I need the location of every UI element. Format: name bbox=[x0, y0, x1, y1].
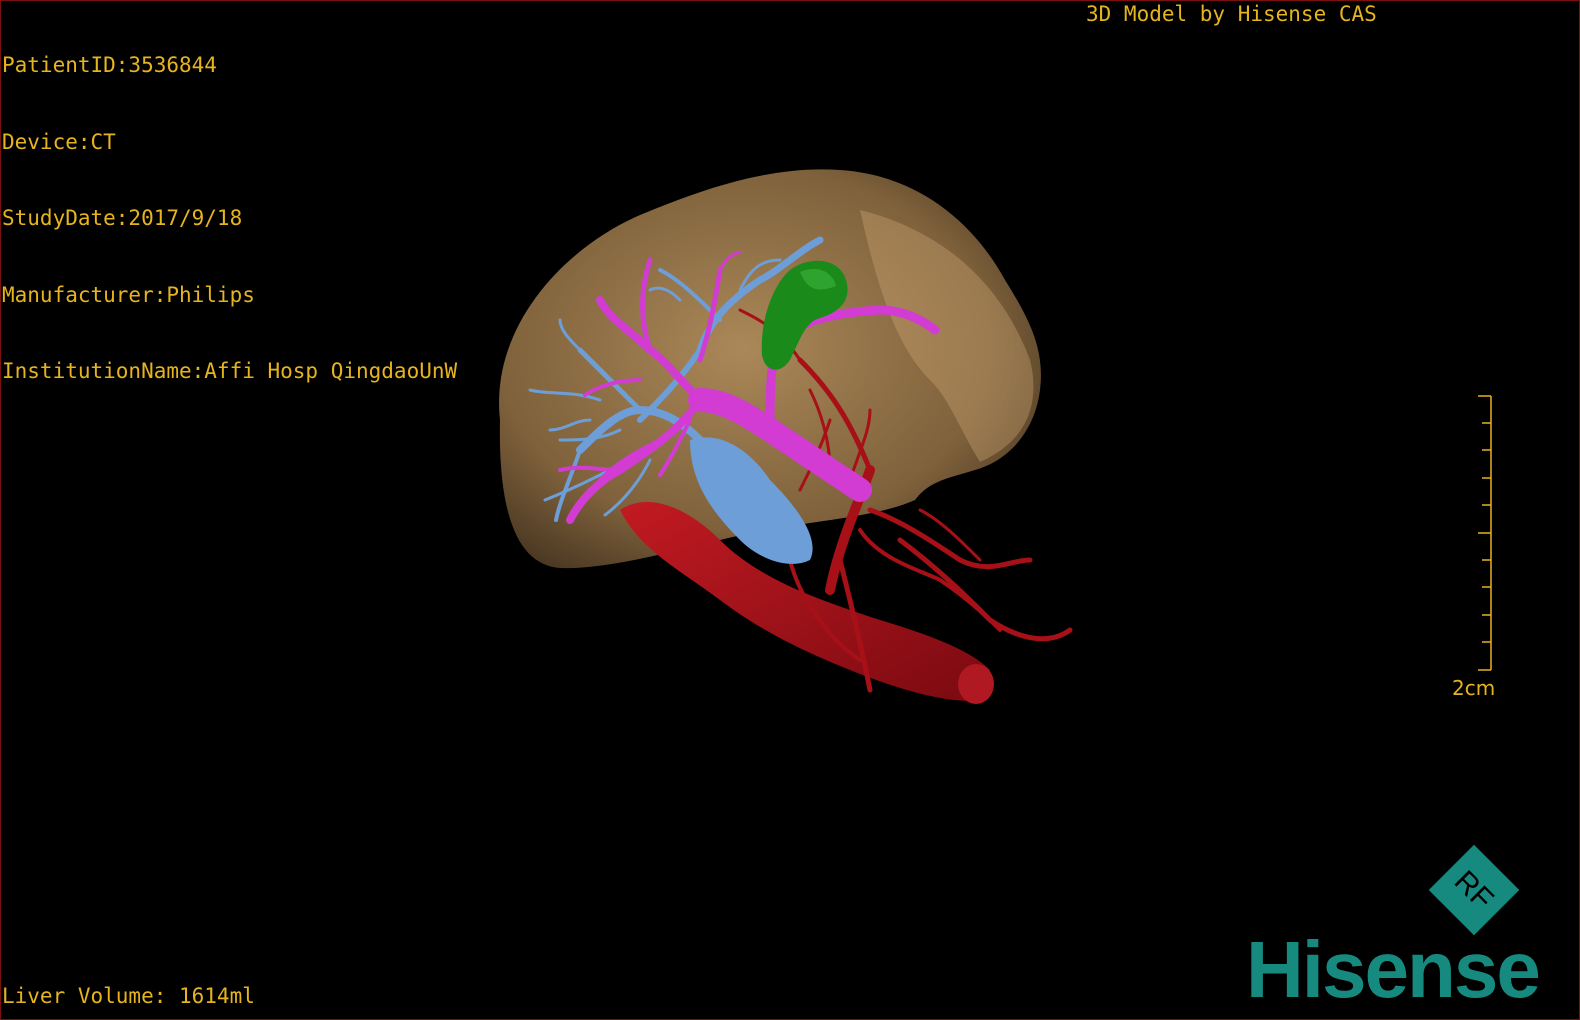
aorta-cut-end bbox=[958, 664, 994, 704]
hisense-brand-logo: Hisense bbox=[1246, 925, 1541, 1014]
institution-text: InstitutionName:Affi Hosp QingdaoUnW bbox=[2, 359, 458, 383]
study-date-text: StudyDate:2017/9/18 bbox=[2, 206, 243, 230]
device-text: Device:CT bbox=[2, 129, 116, 154]
dicom-info-overlay: PatientID:3536844 Device:CT StudyDate:20… bbox=[2, 2, 457, 410]
patient-id-text: PatientID:3536844 bbox=[2, 53, 217, 77]
scale-bar bbox=[1478, 395, 1492, 671]
model-credit-label: 3D Model by Hisense CAS bbox=[1086, 2, 1377, 26]
scale-bar-label: 2cm bbox=[1452, 676, 1496, 700]
liver-volume-readout: Liver Volume: 1614ml bbox=[2, 984, 255, 1008]
manufacturer-text: Manufacturer:Philips bbox=[2, 282, 255, 307]
